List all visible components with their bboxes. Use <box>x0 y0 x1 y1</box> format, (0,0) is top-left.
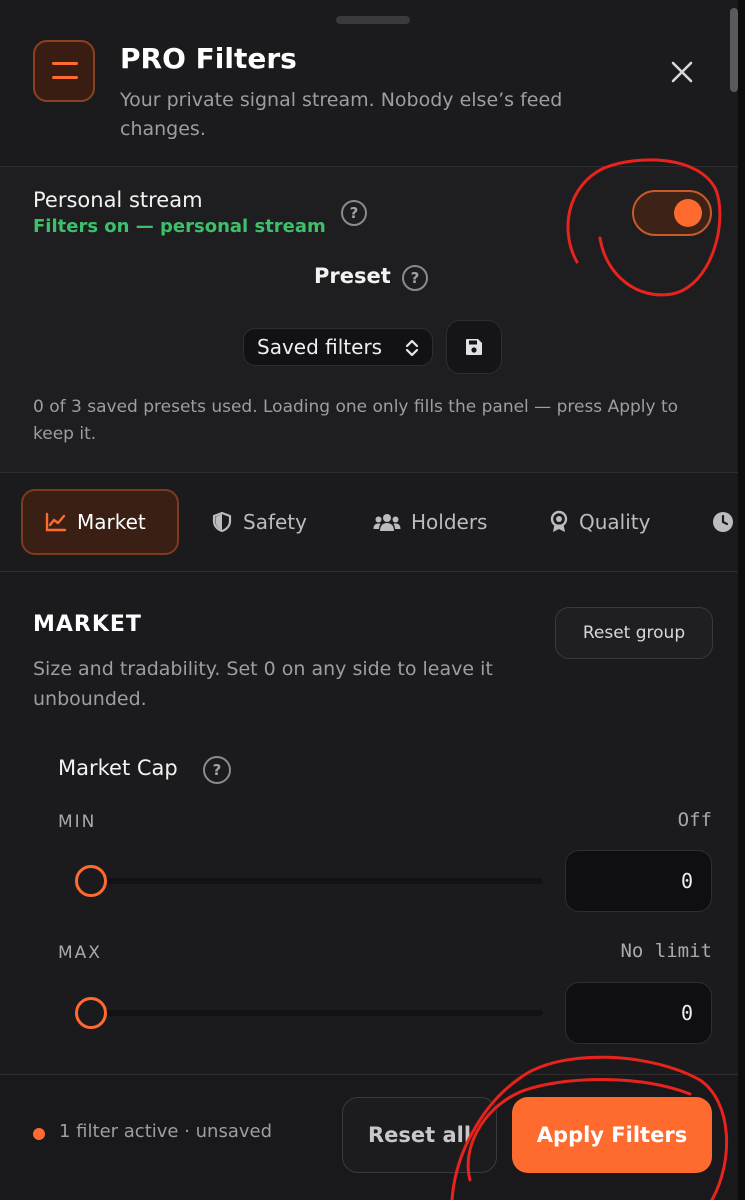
help-glyph: ? <box>349 204 359 222</box>
personal-stream-label: Personal stream <box>33 188 203 212</box>
help-glyph: ? <box>212 761 222 779</box>
chart-line-icon <box>45 512 67 532</box>
max-slider-thumb[interactable] <box>75 997 107 1029</box>
floppy-disk-icon <box>466 339 482 355</box>
page-title: PRO Filters <box>120 42 297 75</box>
shield-icon <box>212 511 232 533</box>
reset-all-button[interactable]: Reset all <box>342 1097 497 1173</box>
min-value-text: Off <box>677 809 712 831</box>
apply-filters-button[interactable]: Apply Filters <box>512 1097 712 1173</box>
reset-group-button[interactable]: Reset group <box>555 607 713 659</box>
close-button[interactable] <box>664 54 700 90</box>
personal-stream-toggle[interactable] <box>632 190 712 236</box>
min-slider-track[interactable] <box>75 878 543 884</box>
help-glyph: ? <box>410 269 420 287</box>
divider <box>0 571 738 572</box>
stream-help-icon[interactable]: ? <box>341 200 367 226</box>
tab-quality[interactable]: Quality <box>549 489 650 555</box>
tab-market[interactable]: Market <box>21 489 179 555</box>
close-icon <box>671 61 693 83</box>
max-slider-track[interactable] <box>75 1010 543 1016</box>
personal-stream-status: Filters on — personal stream <box>33 216 326 237</box>
page-subtitle: Your private signal stream. Nobody else’… <box>120 89 563 140</box>
saved-filters-value: Saved filters <box>257 335 383 359</box>
tab-label: Safety <box>243 510 307 534</box>
max-input[interactable] <box>565 982 712 1044</box>
preset-help-icon[interactable]: ? <box>402 265 428 291</box>
preset-label: Preset <box>314 264 391 288</box>
market-cap-help-icon[interactable]: ? <box>203 756 231 784</box>
scrollbar-thumb[interactable] <box>730 8 738 92</box>
filters-sheet: PRO Filters Your private signal stream. … <box>0 0 738 1200</box>
min-label: MIN <box>58 812 97 832</box>
market-cap-label: Market Cap <box>58 756 178 780</box>
drag-handle[interactable] <box>336 16 410 24</box>
tab-label: Market <box>77 510 146 534</box>
max-value-text: No limit <box>620 940 712 962</box>
toggle-knob <box>674 199 702 227</box>
tab-label: Quality <box>579 510 651 534</box>
save-preset-button[interactable] <box>446 320 502 374</box>
max-label: MAX <box>58 943 102 963</box>
chevron-up-down-icon <box>405 339 419 357</box>
clock-icon <box>713 512 733 532</box>
users-icon <box>373 514 401 531</box>
preset-note: 0 of 3 saved presets used. Loading one o… <box>33 397 679 444</box>
award-icon <box>550 510 568 532</box>
tab-time[interactable] <box>712 489 738 555</box>
active-status-dot <box>33 1128 45 1140</box>
menu-logo-icon <box>33 40 95 102</box>
group-title: MARKET <box>33 612 142 637</box>
tab-safety[interactable]: Safety <box>211 489 307 555</box>
tab-label: Holders <box>411 510 488 534</box>
min-input[interactable] <box>565 850 712 912</box>
group-description: Size and tradability. Set 0 on any side … <box>33 658 493 710</box>
min-slider-thumb[interactable] <box>75 865 107 897</box>
footer-status: 1 filter active · unsaved <box>59 1121 273 1142</box>
saved-filters-select[interactable]: Saved filters <box>243 328 433 366</box>
tab-holders[interactable]: Holders <box>373 489 487 555</box>
